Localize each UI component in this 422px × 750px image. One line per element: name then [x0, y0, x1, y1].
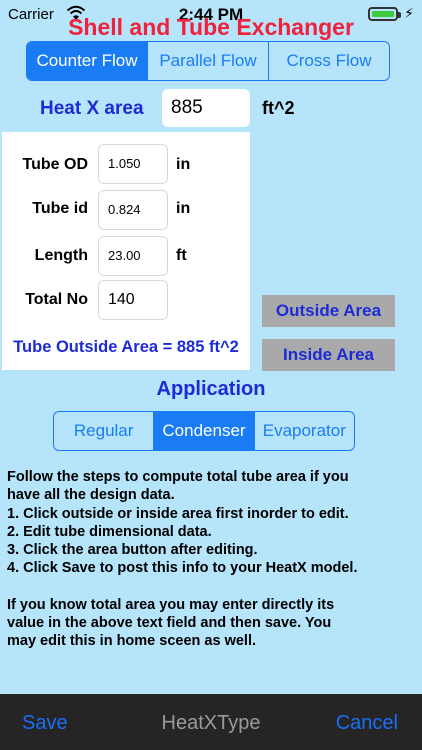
length-input[interactable]: 23.00	[98, 236, 168, 276]
segment-counter-flow[interactable]: Counter Flow	[27, 42, 148, 80]
tube-id-input[interactable]: 0.824	[98, 190, 168, 230]
segment-cross-flow[interactable]: Cross Flow	[269, 42, 389, 80]
instruction-line: value in the above text field and then s…	[7, 615, 332, 632]
instructions-text: Follow the steps to compute total tube a…	[7, 468, 417, 651]
tube-od-unit: in	[176, 156, 191, 173]
tube-data-panel: Tube OD 1.050 in Tube id 0.824 in Length…	[2, 132, 250, 370]
tube-od-label: Tube OD	[22, 156, 88, 173]
length-label: Length	[34, 247, 88, 264]
segment-regular[interactable]: Regular	[54, 412, 155, 450]
instruction-line: If you know total area you may enter dir…	[7, 596, 335, 613]
bottom-toolbar: Save HeatXType Cancel	[0, 694, 422, 750]
instruction-line: 3. Click the area button after editing.	[7, 542, 258, 559]
tube-od-input[interactable]: 1.050	[98, 144, 168, 184]
instruction-line: Follow the steps to compute total tube a…	[7, 469, 349, 485]
instruction-line: 2. Edit tube dimensional data.	[7, 523, 212, 540]
flow-type-segment: Counter Flow Parallel Flow Cross Flow	[26, 41, 390, 81]
tube-id-unit: in	[176, 200, 191, 217]
total-no-input[interactable]: 140	[98, 280, 168, 320]
heat-area-input[interactable]: 885	[162, 89, 250, 127]
application-segment: Regular Condenser Evaporator	[53, 411, 355, 451]
heat-area-label: Heat X area	[40, 98, 144, 119]
length-unit: ft	[176, 247, 187, 264]
instruction-line: have all the design data.	[7, 487, 175, 504]
cancel-button[interactable]: Cancel	[336, 712, 398, 735]
inside-area-button[interactable]: Inside Area	[262, 339, 395, 371]
total-no-label: Total No	[25, 291, 88, 308]
page-title: Shell and Tube Exchanger	[68, 14, 354, 40]
tube-id-label: Tube id	[32, 200, 88, 217]
segment-evaporator[interactable]: Evaporator	[255, 412, 354, 450]
outside-area-button[interactable]: Outside Area	[262, 295, 395, 327]
instruction-line: 4. Click Save to post this info to your …	[7, 560, 358, 577]
segment-parallel-flow[interactable]: Parallel Flow	[148, 42, 269, 80]
tube-outside-area-text: Tube Outside Area = 885 ft^2	[13, 338, 239, 356]
heat-area-unit: ft^2	[262, 98, 295, 118]
application-label: Application	[156, 378, 266, 400]
instruction-line: 1. Click outside or inside area first in…	[7, 505, 349, 522]
instruction-line: may edit this in home sceen as well.	[7, 633, 257, 650]
segment-condenser[interactable]: Condenser	[154, 412, 255, 450]
